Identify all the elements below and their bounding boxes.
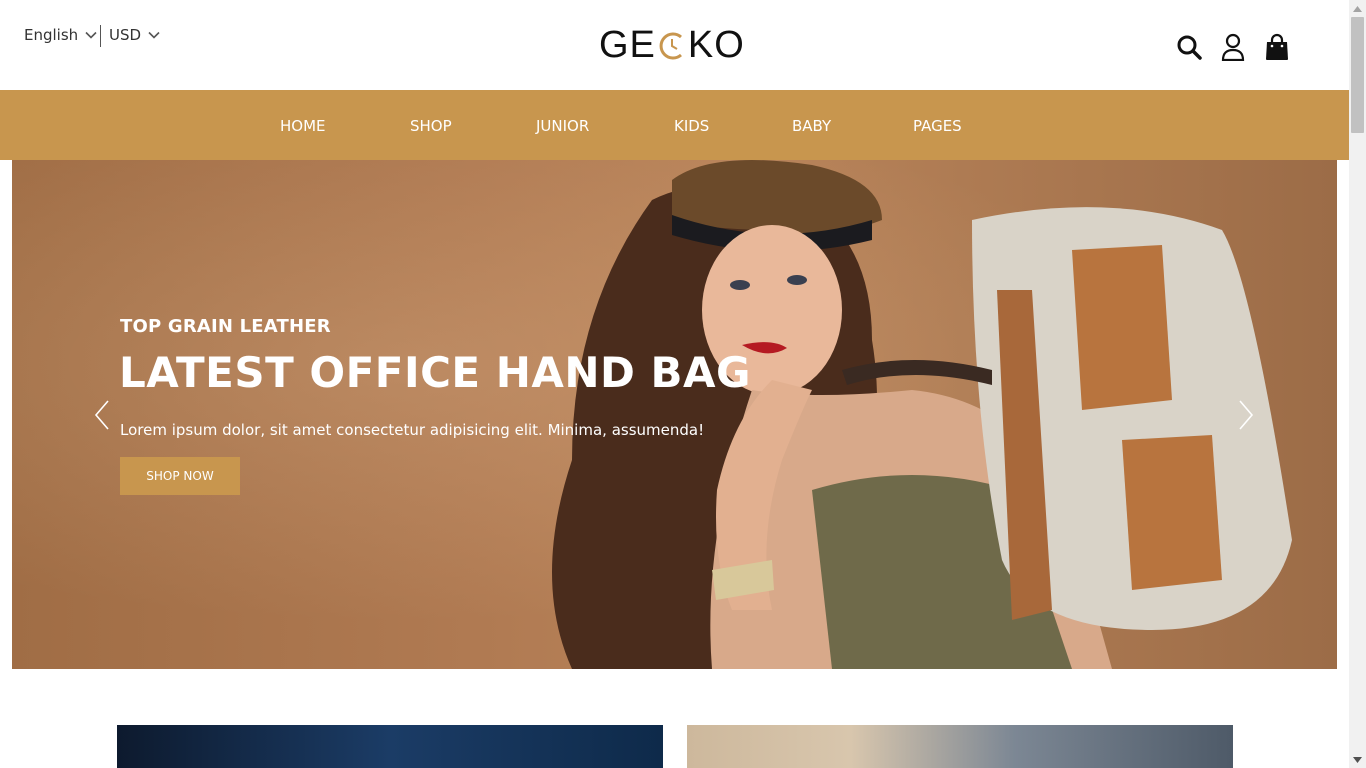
hero-subtitle: TOP GRAIN LEATHER xyxy=(120,316,331,337)
chevron-down-icon xyxy=(85,31,97,39)
chevron-down-icon xyxy=(148,31,160,39)
scrollbar-thumb[interactable] xyxy=(1351,17,1364,133)
logo-c-mark-icon xyxy=(659,32,682,59)
category-banner-1[interactable] xyxy=(117,725,663,768)
shopping-bag-icon xyxy=(1266,33,1288,60)
nav-item-shop[interactable]: SHOP xyxy=(410,117,452,135)
nav-item-baby[interactable]: BABY xyxy=(792,117,831,135)
currency-selector[interactable]: USD xyxy=(109,26,161,44)
page-scrollbar[interactable] xyxy=(1349,0,1366,768)
account-button[interactable] xyxy=(1219,32,1247,62)
site-logo[interactable]: GE KO xyxy=(599,24,745,67)
hero-model-image xyxy=(552,160,1292,669)
nav-item-junior[interactable]: JUNIOR xyxy=(536,117,589,135)
hero-title: LATEST OFFICE HAND BAG xyxy=(119,348,751,397)
category-banner-2[interactable] xyxy=(687,725,1233,768)
slider-prev-arrow-icon[interactable] xyxy=(90,398,114,432)
cart-button[interactable] xyxy=(1263,32,1291,62)
language-label: English xyxy=(24,26,79,44)
nav-item-pages[interactable]: PAGES xyxy=(913,117,962,135)
nav-item-kids[interactable]: KIDS xyxy=(674,117,709,135)
scroll-down-arrow-icon[interactable] xyxy=(1349,751,1366,768)
currency-label: USD xyxy=(109,26,142,44)
main-nav: HOME SHOP JUNIOR KIDS BABY PAGES xyxy=(0,90,1349,160)
search-button[interactable] xyxy=(1175,32,1203,62)
logo-text-left: GE xyxy=(599,24,656,66)
language-selector[interactable]: English xyxy=(24,26,98,44)
nav-item-home[interactable]: HOME xyxy=(280,117,326,135)
header-icons xyxy=(1175,32,1291,62)
selector-divider xyxy=(100,25,101,47)
slider-next-arrow-icon[interactable] xyxy=(1234,398,1258,432)
search-icon xyxy=(1177,35,1202,60)
logo-text-right: KO xyxy=(687,24,745,66)
shop-now-button[interactable]: SHOP NOW xyxy=(120,457,240,495)
top-bar: English USD GE KO xyxy=(0,0,1349,90)
hero-description: Lorem ipsum dolor, sit amet consectetur … xyxy=(120,421,705,439)
hero-slider: TOP GRAIN LEATHER LATEST OFFICE HAND BAG… xyxy=(12,160,1337,669)
user-icon xyxy=(1221,33,1245,61)
scroll-up-arrow-icon[interactable] xyxy=(1349,0,1366,17)
